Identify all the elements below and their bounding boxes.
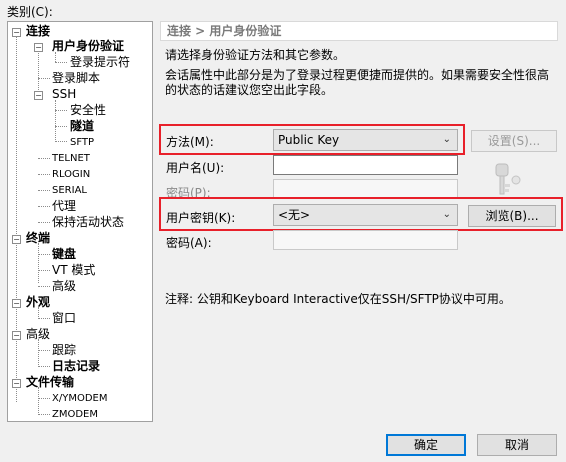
chevron-down-icon: ⌄: [442, 134, 451, 145]
expand-icon-file-transfer[interactable]: −: [12, 379, 21, 388]
method-label: 方法(M):: [166, 135, 214, 149]
user-key-value: <无>: [278, 208, 311, 222]
passphrase-label: 密码(A):: [166, 236, 212, 250]
tree-item-xymodem[interactable]: X/YMODEM: [52, 391, 107, 406]
note-line-2: 的状态的话建议您空出此字段。: [165, 83, 334, 97]
tree-item-proxy[interactable]: 代理: [52, 199, 76, 214]
method-value: Public Key: [278, 133, 340, 147]
tree-item-vt-mode[interactable]: VT 模式: [52, 263, 95, 278]
password-input[interactable]: [273, 179, 458, 199]
tree-item-user-auth[interactable]: 用户身份验证: [52, 39, 124, 54]
intro-text: 请选择身份验证方法和其它参数。: [165, 48, 346, 62]
passphrase-input[interactable]: [273, 230, 458, 250]
tree-item-telnet[interactable]: TELNET: [52, 151, 90, 166]
panel-breadcrumb: 连接 > 用户身份验证: [160, 21, 558, 41]
expand-icon-ssh[interactable]: −: [34, 91, 43, 100]
tree-item-tunnel[interactable]: 隧道: [70, 119, 94, 134]
tree-item-connection[interactable]: 连接: [26, 24, 50, 39]
key-lock-icon: [495, 163, 521, 195]
expand-icon-advanced[interactable]: −: [12, 331, 21, 340]
tree-item-security[interactable]: 安全性: [70, 103, 106, 118]
browse-button[interactable]: 浏览(B)...: [468, 205, 556, 227]
tree-item-zmodem[interactable]: ZMODEM: [52, 407, 98, 421]
user-key-select[interactable]: <无> ⌄: [273, 204, 458, 226]
ok-button[interactable]: 确定: [386, 434, 466, 456]
expand-icon-terminal[interactable]: −: [12, 235, 21, 244]
tree-item-appearance[interactable]: 外观: [26, 295, 50, 310]
expand-icon-user-auth[interactable]: −: [34, 43, 43, 52]
tree-item-login-prompts[interactable]: 登录提示符: [70, 55, 130, 70]
tree-item-file-transfer[interactable]: 文件传输: [26, 375, 74, 390]
tree-item-serial[interactable]: SERIAL: [52, 183, 87, 198]
username-input[interactable]: [273, 155, 458, 175]
tree-item-terminal-advanced[interactable]: 高级: [52, 279, 76, 294]
chevron-down-icon: ⌄: [442, 209, 451, 220]
tree-item-terminal[interactable]: 终端: [26, 231, 50, 246]
tree-item-advanced[interactable]: 高级: [26, 327, 50, 342]
category-tree[interactable]: − 连接 − 用户身份验证 登录提示符 登录脚本 − SSH 安全性 隧道 SF…: [7, 21, 153, 422]
settings-button[interactable]: 设置(S)...: [471, 130, 557, 152]
tree-item-login-script[interactable]: 登录脚本: [52, 71, 100, 86]
expand-icon-appearance[interactable]: −: [12, 299, 21, 308]
tree-item-window[interactable]: 窗口: [52, 311, 76, 326]
cancel-button[interactable]: 取消: [477, 434, 557, 456]
tree-item-trace[interactable]: 跟踪: [52, 343, 76, 358]
tree-item-keep-alive[interactable]: 保持活动状态: [52, 215, 124, 230]
expand-icon-connection[interactable]: −: [12, 28, 21, 37]
tree-item-rlogin[interactable]: RLOGIN: [52, 167, 90, 182]
method-select[interactable]: Public Key ⌄: [273, 129, 458, 151]
tree-item-keyboard[interactable]: 键盘: [52, 247, 76, 262]
footnote-text: 注释: 公钥和Keyboard Interactive仅在SSH/SFTP协议中…: [165, 292, 511, 306]
category-label: 类别(C):: [7, 5, 53, 19]
tree-item-sftp[interactable]: SFTP: [70, 135, 94, 150]
tree-item-logging[interactable]: 日志记录: [52, 359, 100, 374]
tree-item-ssh[interactable]: SSH: [52, 87, 76, 102]
username-label: 用户名(U):: [166, 161, 225, 175]
user-key-label: 用户密钥(K):: [166, 211, 236, 225]
